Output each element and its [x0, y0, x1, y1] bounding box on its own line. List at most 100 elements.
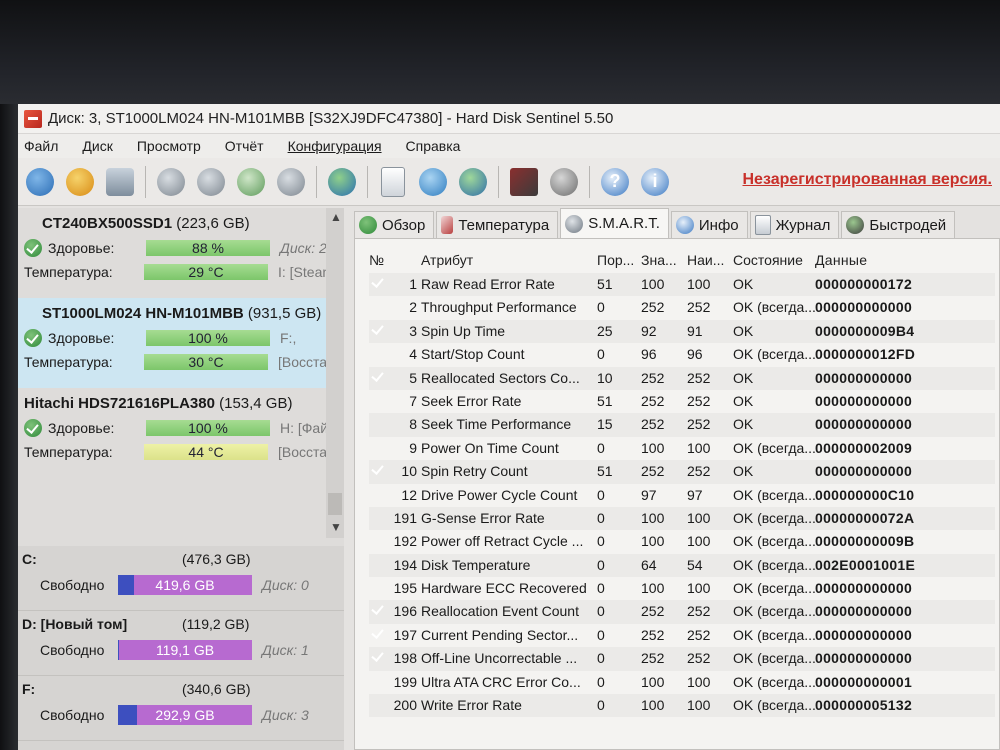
toolbar-separator — [145, 165, 146, 198]
attr-threshold: 0 — [597, 603, 605, 620]
help-icon[interactable]: ? — [598, 165, 632, 199]
table-row[interactable]: 191 G-Sense Error Rate 0 100 100 OK (всегда..… — [369, 506, 995, 531]
col-threshold[interactable]: Пор... — [591, 247, 635, 273]
disk-test-1-icon[interactable] — [154, 165, 188, 199]
col-value[interactable]: Зна... — [635, 247, 679, 273]
status-cell — [369, 273, 387, 296]
sound-icon[interactable] — [547, 165, 581, 199]
table-row[interactable]: 5 Reallocated Sectors Co... 10 252 252 OK 0000… — [369, 366, 995, 390]
tab-log[interactable]: Журнал — [749, 211, 840, 238]
col-status[interactable]: Состояние — [727, 247, 815, 273]
menu-disk[interactable]: Диск — [82, 138, 112, 154]
table-row[interactable]: 198 Off-Line Uncorrectable ... 0 252 252 OK (… — [369, 647, 995, 671]
menu-configuration[interactable]: Конфигурация — [288, 138, 382, 154]
table-row[interactable]: 2 Throughput Performance 0 252 252 OK (всегда… — [369, 296, 995, 319]
disk-test-4-icon[interactable] — [274, 165, 308, 199]
attr-raw-data: 000000000000 — [815, 650, 913, 667]
table-row[interactable]: 194 Disk Temperature 0 64 54 OK (всегда... 002… — [369, 553, 995, 578]
tab-info[interactable]: Инфо — [670, 211, 748, 238]
monitor-bezel-top — [0, 0, 1000, 104]
table-row[interactable]: 200 Write Error Rate 0 100 100 OK (всегда... 0… — [369, 694, 995, 718]
table-row[interactable]: 195 Hardware ECC Recovered 0 100 100 OK (всег… — [369, 577, 995, 600]
attr-value: 252 — [641, 369, 665, 386]
col-number[interactable]: № — [369, 247, 421, 273]
attr-number: 12 — [401, 486, 417, 503]
volume-item[interactable]: C: (476,3 GB) Свободно 419,6 GB Диск: 0 — [18, 546, 344, 611]
settings-icon[interactable] — [507, 165, 541, 199]
attr-threshold: 0 — [597, 697, 605, 714]
network-icon[interactable] — [456, 165, 490, 199]
table-row[interactable]: 8 Seek Time Performance 15 252 252 OK 00000000… — [369, 413, 995, 437]
refresh-icon[interactable] — [23, 165, 57, 199]
disk-info-icon[interactable] — [103, 165, 137, 199]
disk-test-3-icon[interactable] — [234, 165, 268, 199]
attr-threshold: 10 — [597, 369, 613, 386]
tab-smart[interactable]: S.M.A.R.T. — [560, 208, 669, 238]
scroll-down-icon[interactable]: ▼ — [330, 520, 342, 534]
tab-overview[interactable]: Обзор — [354, 211, 435, 238]
menu-report[interactable]: Отчёт — [225, 138, 264, 154]
menu-view[interactable]: Просмотр — [137, 138, 201, 154]
attr-status: OK (всегда... — [733, 580, 815, 597]
disk-card-1[interactable]: ST1000LM024 HN-M101MBB (931,5 GB) Здоров… — [18, 298, 344, 388]
tab-bar: Обзор Температура S.M.A.R.T. Инфо Журнал… — [354, 208, 1000, 238]
scroll-thumb[interactable] — [328, 493, 342, 515]
info-icon[interactable]: i — [638, 165, 672, 199]
backup-icon[interactable] — [416, 165, 450, 199]
attr-raw-data: 000000000000 — [815, 626, 913, 643]
attr-value: 252 — [641, 626, 665, 643]
volume-item[interactable]: D: [Новый том] (119,2 GB) Свободно 119,1 … — [18, 611, 344, 676]
table-row[interactable]: 199 Ultra ATA CRC Error Co... 0 100 100 OK (в… — [369, 671, 995, 694]
scroll-up-icon[interactable]: ▲ — [330, 210, 342, 224]
window-title: Диск: 3, ST1000LM024 HN-M101MBB [S32XJ9D… — [48, 110, 614, 127]
volume-list: C: (476,3 GB) Свободно 419,6 GB Диск: 0 D… — [18, 546, 344, 750]
title-bar: Диск: 3, ST1000LM024 HN-M101MBB [S32XJ9D… — [18, 104, 1000, 134]
info-icon — [675, 216, 694, 234]
table-row[interactable]: 4 Start/Stop Count 0 96 96 OK (всегда... 00000… — [369, 343, 995, 366]
tab-performance[interactable]: Быстродей — [841, 211, 956, 238]
attr-raw-data: 000000000000 — [815, 369, 913, 386]
menu-file[interactable]: Файл — [24, 138, 58, 154]
disk-card-0[interactable]: CT240BX500SSD1 (223,6 GB) Здоровье: 88 %… — [18, 208, 344, 298]
attr-status: OK (всегда... — [733, 486, 815, 503]
attr-threshold: 0 — [597, 299, 605, 316]
disk-card-2[interactable]: Hitachi HDS721616PLA380 (153,4 GB) Здоро… — [18, 388, 344, 478]
table-row[interactable]: 1 Raw Read Error Rate 51 100 100 OK 0000000001… — [369, 273, 995, 297]
attr-status: OK (всегда... — [733, 603, 815, 620]
alert-icon[interactable] — [63, 165, 97, 199]
table-row[interactable]: 12 Drive Power Cycle Count 0 97 97 OK (всегда… — [369, 484, 995, 507]
table-row[interactable]: 196 Reallocation Event Count 0 252 252 OK (вс… — [369, 600, 995, 624]
col-data[interactable]: Данные — [815, 247, 935, 273]
attr-name: Reallocation Event Count — [421, 603, 579, 620]
health-bar: 100 % — [146, 330, 270, 346]
attr-threshold: 0 — [597, 346, 605, 363]
attr-threshold: 51 — [597, 392, 613, 409]
toolbar-separator — [367, 165, 368, 198]
volume-name: D: [Новый том] — [22, 616, 128, 632]
table-row[interactable]: 197 Current Pending Sector... 0 252 252 OK (в… — [369, 624, 995, 647]
table-row[interactable]: 3 Spin Up Time 25 92 91 OK 0000000009B4 — [369, 319, 995, 344]
report-icon[interactable] — [376, 165, 410, 199]
table-row[interactable]: 7 Seek Error Rate 51 252 252 OK 000000000000 — [369, 390, 995, 413]
attr-value: 100 — [641, 276, 665, 292]
attr-value: 92 — [641, 322, 657, 339]
status-cell — [369, 343, 387, 366]
health-ok-icon — [24, 329, 42, 347]
volume-item[interactable]: F: (340,6 GB) Свободно 292,9 GB Диск: 3 — [18, 676, 344, 741]
disk-list-scrollbar[interactable]: ▲ ▼ — [326, 208, 344, 538]
col-attribute[interactable]: Атрибут — [421, 247, 591, 273]
table-row[interactable]: 192 Power off Retract Cycle ... 0 100 100 OK … — [369, 530, 995, 553]
tab-temperature[interactable]: Температура — [436, 211, 559, 238]
table-row[interactable]: 10 Spin Retry Count 51 252 252 OK 000000000000 — [369, 460, 995, 484]
web-icon[interactable] — [325, 165, 359, 199]
unregistered-version-link[interactable]: Незарегистрированная версия. — [743, 171, 993, 189]
col-worst[interactable]: Наи... — [679, 247, 727, 273]
disk-test-2-icon[interactable] — [194, 165, 228, 199]
table-row[interactable]: 9 Power On Time Count 0 100 100 OK (всегда...… — [369, 437, 995, 460]
monitor-bezel-left — [0, 104, 18, 750]
attr-threshold: 51 — [597, 463, 613, 480]
attr-value: 96 — [641, 346, 657, 363]
attr-threshold: 51 — [597, 276, 613, 292]
menu-help[interactable]: Справка — [406, 138, 461, 154]
disk-list-panel: CT240BX500SSD1 (223,6 GB) Здоровье: 88 %… — [18, 208, 344, 750]
